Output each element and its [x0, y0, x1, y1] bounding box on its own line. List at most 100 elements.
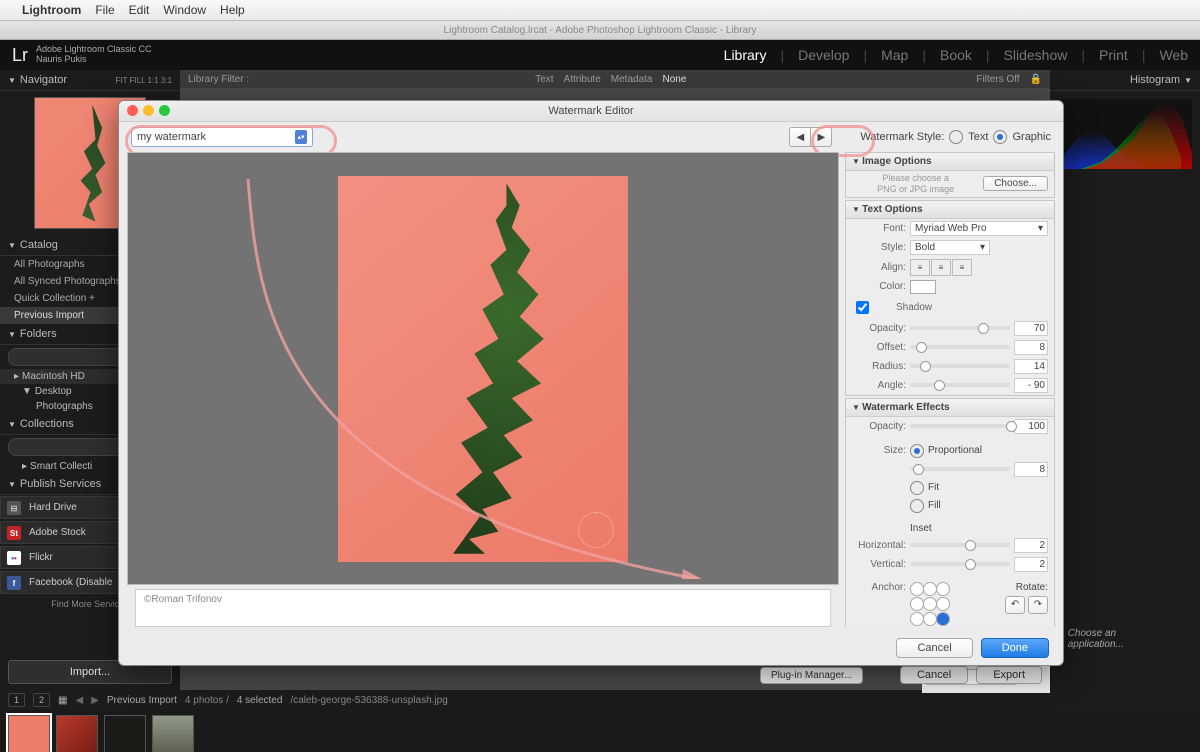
- watermark-style-label: Watermark Style:: [860, 131, 944, 143]
- module-print[interactable]: Print: [1099, 47, 1128, 63]
- preview-image: [338, 176, 628, 562]
- anchor-grid[interactable]: [910, 582, 948, 626]
- shadow-radius-value[interactable]: 14: [1014, 359, 1048, 374]
- choose-image-button[interactable]: Choose...: [983, 176, 1048, 191]
- shadow-checkbox[interactable]: [856, 301, 869, 314]
- watermark-cancel-button[interactable]: Cancel: [896, 638, 972, 658]
- filter-none[interactable]: None: [662, 74, 686, 85]
- image-options-header[interactable]: Image Options: [846, 153, 1054, 171]
- inset-vertical-value[interactable]: 2: [1014, 557, 1048, 572]
- shadow-offset-slider[interactable]: [910, 345, 1010, 349]
- prev-image-button[interactable]: ◀: [789, 127, 811, 147]
- copyright-text[interactable]: ©Roman Trifonov: [135, 589, 831, 627]
- size-value[interactable]: 8: [1014, 462, 1048, 477]
- shadow-offset-value[interactable]: 8: [1014, 340, 1048, 355]
- rotate-left-button[interactable]: ↶: [1005, 596, 1025, 614]
- shadow-radius-slider[interactable]: [910, 364, 1010, 368]
- shadow-opacity-slider[interactable]: [910, 326, 1010, 330]
- traffic-lights: [127, 105, 170, 116]
- filter-label: Library Filter :: [188, 74, 249, 85]
- navigator-header[interactable]: ▼NavigatorFIT FILL 1:1 3:1: [0, 70, 180, 91]
- align-center-button[interactable]: ≡: [931, 259, 951, 276]
- wm-opacity-value[interactable]: 100: [1014, 419, 1048, 434]
- right-panel: Histogram ▼: [1050, 70, 1200, 690]
- module-picker: Library| Develop| Map| Book| Slideshow| …: [724, 47, 1188, 63]
- app-menu[interactable]: Lightroom: [22, 3, 81, 17]
- brand-line2: Nauris Pukis: [36, 55, 152, 65]
- source-label: Previous Import: [107, 695, 177, 706]
- font-style-select[interactable]: Bold▾: [910, 240, 990, 255]
- plugin-manager-button[interactable]: Plug-in Manager...: [760, 667, 863, 684]
- module-slideshow[interactable]: Slideshow: [1004, 47, 1068, 63]
- module-web[interactable]: Web: [1159, 47, 1188, 63]
- rotate-right-button[interactable]: ↷: [1028, 596, 1048, 614]
- filmstrip-thumb[interactable]: [152, 715, 194, 752]
- window-titlebar: Lightroom Catalog.lrcat - Adobe Photosho…: [0, 21, 1200, 40]
- selected-label: 4 selected: [237, 695, 283, 706]
- filmstrip-thumb[interactable]: [8, 715, 50, 752]
- style-text-radio[interactable]: [949, 130, 963, 144]
- filter-metadata[interactable]: Metadata: [611, 74, 653, 85]
- main-window-1[interactable]: 1: [8, 693, 25, 707]
- main-window-2[interactable]: 2: [33, 693, 50, 707]
- module-library[interactable]: Library: [724, 47, 767, 63]
- export-button[interactable]: Export: [976, 666, 1042, 684]
- lr-logo: Lr: [12, 45, 28, 66]
- inset-vertical-slider[interactable]: [910, 562, 1010, 566]
- filmstrip-thumb[interactable]: [104, 715, 146, 752]
- bottom-toolbar: 1 2 ▦ ◀ ▶ Previous Import 4 photos / 4 s…: [0, 690, 1200, 710]
- size-fill-radio[interactable]: [910, 499, 924, 513]
- image-options-msg: Please choose aPNG or JPG image: [852, 173, 979, 195]
- watermark-preset-select[interactable]: my watermark▴▾: [131, 127, 313, 147]
- module-develop[interactable]: Develop: [798, 47, 849, 63]
- chevron-updown-icon: ▴▾: [295, 130, 307, 144]
- menu-edit[interactable]: Edit: [129, 3, 150, 17]
- filter-attribute[interactable]: Attribute: [564, 74, 601, 85]
- dialog-titlebar[interactable]: Watermark Editor: [119, 101, 1063, 122]
- filters-off[interactable]: Filters Off: [976, 74, 1019, 85]
- lock-icon[interactable]: 🔒: [1030, 74, 1042, 85]
- text-color-swatch[interactable]: [910, 280, 936, 294]
- text-options-header[interactable]: Text Options: [846, 201, 1054, 219]
- prev-icon[interactable]: ◀: [75, 695, 83, 706]
- size-slider[interactable]: [910, 467, 1010, 471]
- filmstrip-thumb[interactable]: [56, 715, 98, 752]
- watermark-preview: [127, 152, 839, 585]
- mac-menubar: Lightroom File Edit Window Help: [0, 0, 1200, 21]
- zoom-icon[interactable]: [159, 105, 170, 116]
- watermark-editor-dialog: Watermark Editor my watermark▴▾ ◀ ▶ Wate…: [118, 100, 1064, 666]
- style-graphic-radio[interactable]: [993, 130, 1007, 144]
- inset-horizontal-slider[interactable]: [910, 543, 1010, 547]
- menu-help[interactable]: Help: [220, 3, 245, 17]
- filmstrip[interactable]: [0, 710, 1200, 752]
- histogram[interactable]: [1058, 99, 1192, 169]
- size-fit-radio[interactable]: [910, 481, 924, 495]
- module-book[interactable]: Book: [940, 47, 972, 63]
- module-map[interactable]: Map: [881, 47, 908, 63]
- watermark-options-panel: Image Options Please choose aPNG or JPG …: [845, 152, 1055, 627]
- menu-file[interactable]: File: [95, 3, 114, 17]
- inset-horizontal-value[interactable]: 2: [1014, 538, 1048, 553]
- align-left-button[interactable]: ≡: [910, 259, 930, 276]
- watermark-graphic: [578, 512, 614, 548]
- shadow-angle-value[interactable]: - 90: [1014, 378, 1048, 393]
- histogram-header[interactable]: Histogram ▼: [1050, 70, 1200, 91]
- minimize-icon[interactable]: [143, 105, 154, 116]
- watermark-effects-header[interactable]: Watermark Effects: [846, 399, 1054, 417]
- close-icon[interactable]: [127, 105, 138, 116]
- size-proportional-radio[interactable]: [910, 444, 924, 458]
- grid-icon[interactable]: ▦: [58, 695, 67, 706]
- next-icon[interactable]: ▶: [91, 695, 99, 706]
- shadow-opacity-value[interactable]: 70: [1014, 321, 1048, 336]
- font-select[interactable]: Myriad Web Pro▾: [910, 221, 1048, 236]
- shadow-angle-slider[interactable]: [910, 383, 1010, 387]
- watermark-done-button[interactable]: Done: [981, 638, 1049, 658]
- menu-window[interactable]: Window: [163, 3, 206, 17]
- export-cancel-button[interactable]: Cancel: [900, 666, 968, 684]
- next-image-button[interactable]: ▶: [811, 127, 832, 147]
- filter-text[interactable]: Text: [535, 74, 553, 85]
- filename-label: /caleb-george-536388-unsplash.jpg: [290, 695, 447, 706]
- align-right-button[interactable]: ≡: [952, 259, 972, 276]
- wm-opacity-slider[interactable]: [910, 424, 1010, 428]
- dialog-title: Watermark Editor: [548, 105, 633, 117]
